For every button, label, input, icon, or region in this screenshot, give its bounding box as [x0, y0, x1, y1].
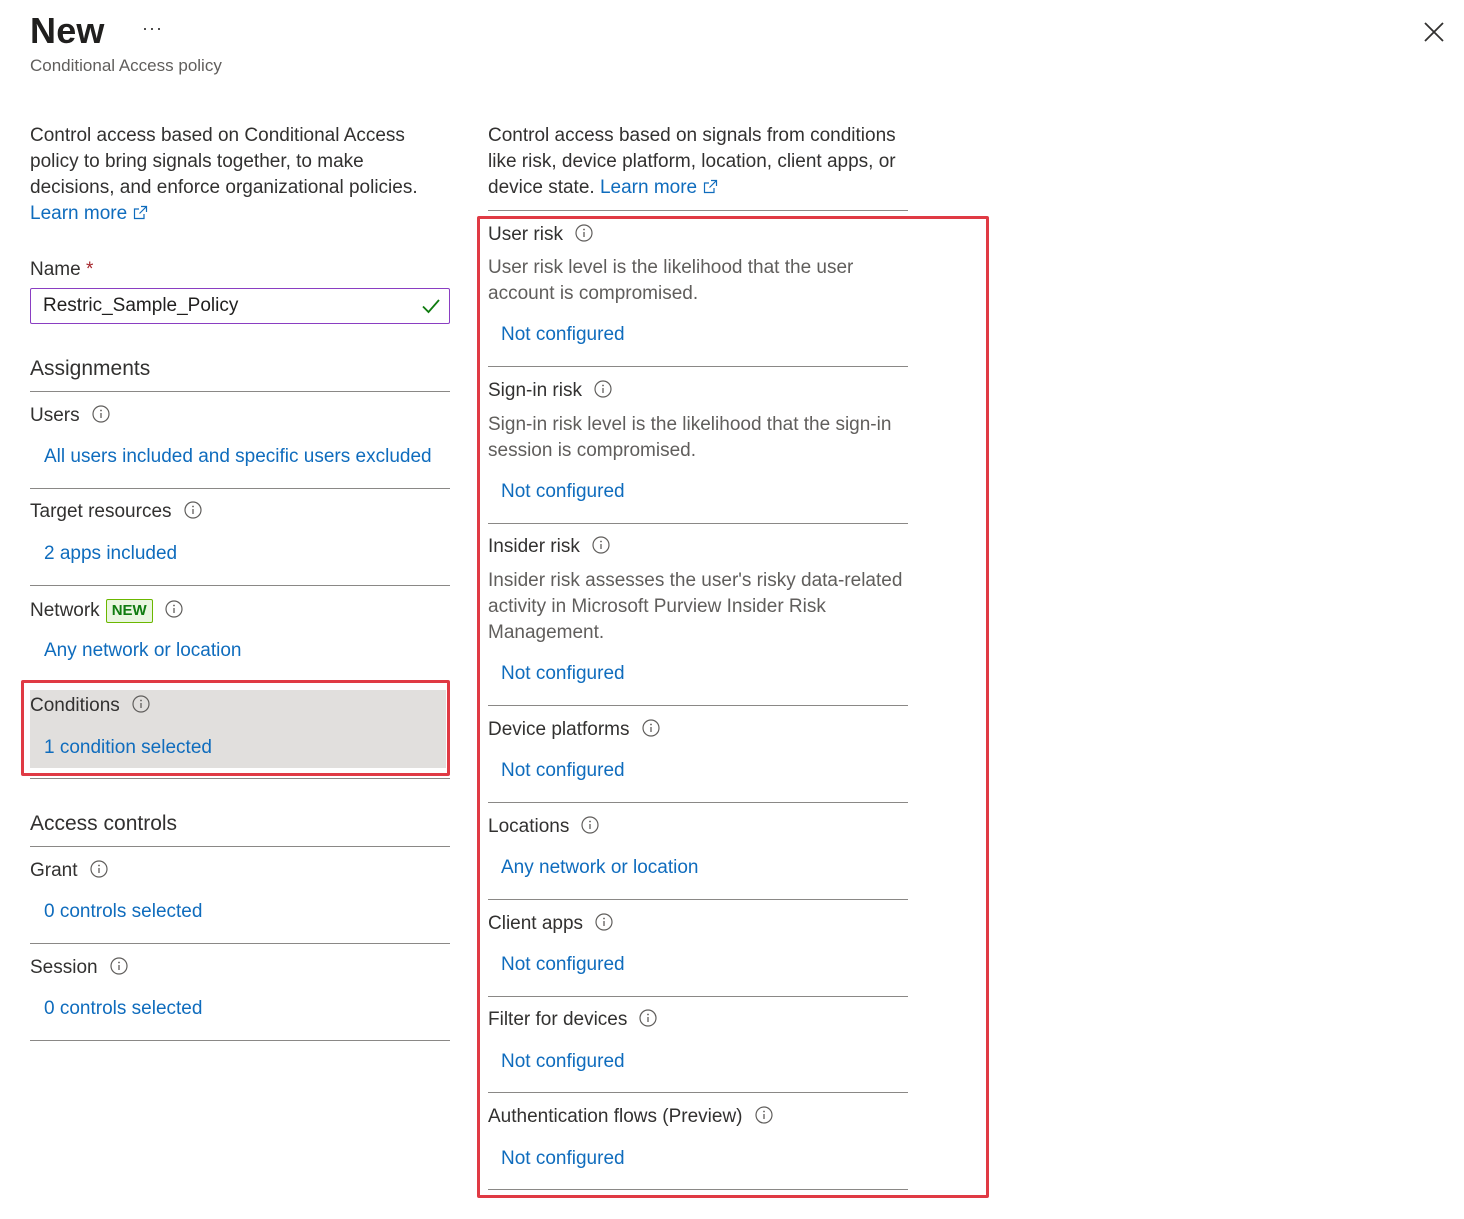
grant-label-text: Grant: [30, 860, 78, 881]
session-label-text: Session: [30, 957, 98, 978]
policy-name-input[interactable]: Restric_Sample_Policy: [30, 288, 450, 324]
left-intro-text: Control access based on Conditional Acce…: [30, 125, 418, 198]
left-intro: Control access based on Conditional Acce…: [30, 123, 450, 227]
users-link[interactable]: All users included and specific users ex…: [44, 446, 432, 468]
divider: [30, 846, 450, 847]
page-subtitle: Conditional Access policy: [30, 56, 222, 75]
divider: [30, 585, 450, 586]
users-label-text: Users: [30, 405, 80, 426]
assignments-header: Assignments: [30, 357, 151, 380]
grant-label: Grant: [30, 860, 108, 882]
learn-more-link[interactable]: Learn more: [30, 203, 148, 224]
info-icon[interactable]: [165, 600, 183, 618]
divider: [30, 488, 450, 489]
target-resources-label-text: Target resources: [30, 501, 172, 522]
checkmark-icon: [422, 299, 440, 314]
grant-link[interactable]: 0 controls selected: [44, 901, 202, 923]
network-link[interactable]: Any network or location: [44, 640, 242, 662]
learn-more-label[interactable]: Learn more: [30, 203, 127, 224]
divider: [30, 391, 450, 392]
info-icon[interactable]: [92, 405, 110, 423]
new-badge: NEW: [105, 599, 153, 623]
more-options-button[interactable]: ···: [142, 18, 163, 39]
network-label: Network NEW: [30, 599, 183, 623]
learn-more-label[interactable]: Learn more: [600, 177, 697, 198]
info-icon[interactable]: [183, 501, 202, 519]
close-icon[interactable]: [1420, 18, 1448, 46]
info-icon[interactable]: [89, 860, 108, 878]
divider: [30, 778, 450, 779]
target-resources-label: Target resources: [30, 501, 202, 523]
divider: [30, 1040, 450, 1041]
name-label-text: Name: [30, 259, 81, 280]
info-icon[interactable]: [110, 957, 128, 975]
right-intro: Control access based on signals from con…: [488, 123, 913, 201]
learn-more-link[interactable]: Learn more: [600, 177, 718, 198]
users-label: Users: [30, 405, 110, 427]
divider: [30, 943, 450, 944]
session-link[interactable]: 0 controls selected: [44, 998, 202, 1020]
policy-name-value[interactable]: Restric_Sample_Policy: [43, 295, 238, 317]
conditions-highlight-box: [21, 680, 450, 776]
external-link-icon: [134, 205, 148, 220]
divider: [488, 210, 908, 211]
session-label: Session: [30, 957, 128, 979]
target-resources-link[interactable]: 2 apps included: [44, 543, 177, 565]
network-label-text: Network: [30, 600, 100, 621]
page-title: New: [30, 10, 105, 51]
conditions-panel-highlight-box: [477, 216, 989, 1198]
external-link-icon: [704, 179, 718, 194]
access-controls-header: Access controls: [30, 812, 178, 835]
required-marker: *: [85, 259, 94, 280]
name-label: Name *: [30, 259, 93, 281]
